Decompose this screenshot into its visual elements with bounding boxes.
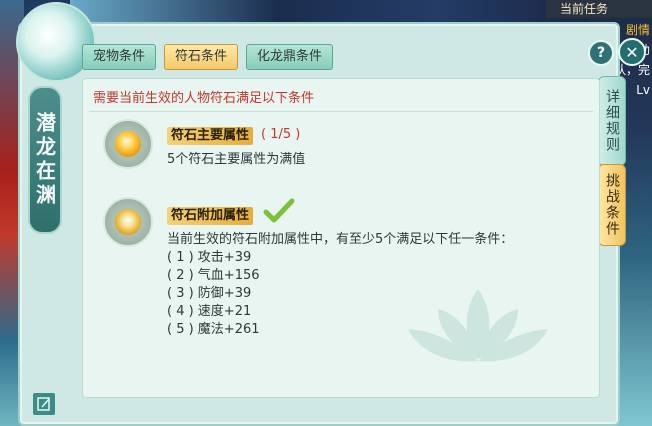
tab-dragon-cauldron-conditions[interactable]: 化龙鼎条件 <box>246 44 334 70</box>
tab-pet-conditions[interactable]: 宠物条件 <box>82 44 157 70</box>
current-task-header[interactable]: 当前任务 <box>546 0 652 18</box>
extra-attribute-label: 符石附加属性 <box>167 207 254 225</box>
extra-attribute-option: ( 2 ) 气血+156 <box>167 268 260 283</box>
rune-main-attribute-icon <box>103 119 153 169</box>
extra-attribute-option: ( 1 ) 攻击+39 <box>167 250 252 265</box>
challenge-condition-panel: 潜龙在渊 宠物条件 符石条件 化龙鼎条件 ? ✕ 详细规则 挑战条件 需要当前生… <box>16 2 646 426</box>
main-attribute-count: ( 1/5 ) <box>261 127 301 142</box>
panel-side-title: 潜龙在渊 <box>28 86 62 234</box>
jade-orb-ornament <box>16 2 96 82</box>
rune-extra-attribute-icon <box>103 197 153 247</box>
check-mark-icon <box>263 198 295 223</box>
edit-button[interactable] <box>32 392 56 416</box>
condition-content: 需要当前生效的人物符石满足以下条件 符石主要属性 ( 1/5 ) 5个符石主要属… <box>82 78 600 398</box>
tab-rune-conditions[interactable]: 符石条件 <box>164 44 239 70</box>
main-attribute-label: 符石主要属性 <box>167 127 254 145</box>
side-tab-detailed-rules[interactable]: 详细规则 <box>598 76 626 166</box>
close-button[interactable]: ✕ <box>618 38 646 66</box>
extra-attribute-desc: 当前生效的符石附加属性中，有至少5个满足以下任一条件： <box>167 232 514 247</box>
extra-attribute-option: ( 4 ) 速度+21 <box>167 304 252 319</box>
requirement-title: 需要当前生效的人物符石满足以下条件 <box>93 91 315 106</box>
extra-attribute-option: ( 3 ) 防御+39 <box>167 286 252 301</box>
divider <box>89 111 593 112</box>
condition-tabs: 宠物条件 符石条件 化龙鼎条件 <box>82 44 334 70</box>
edit-icon <box>37 397 50 411</box>
side-tab-challenge-conditions[interactable]: 挑战条件 <box>598 164 626 246</box>
lotus-watermark-icon <box>408 289 548 362</box>
main-attribute-desc: 5个符石主要属性为满值 <box>167 152 306 167</box>
extra-attribute-option: ( 5 ) 魔法+261 <box>167 322 260 337</box>
help-button[interactable]: ? <box>588 40 614 66</box>
